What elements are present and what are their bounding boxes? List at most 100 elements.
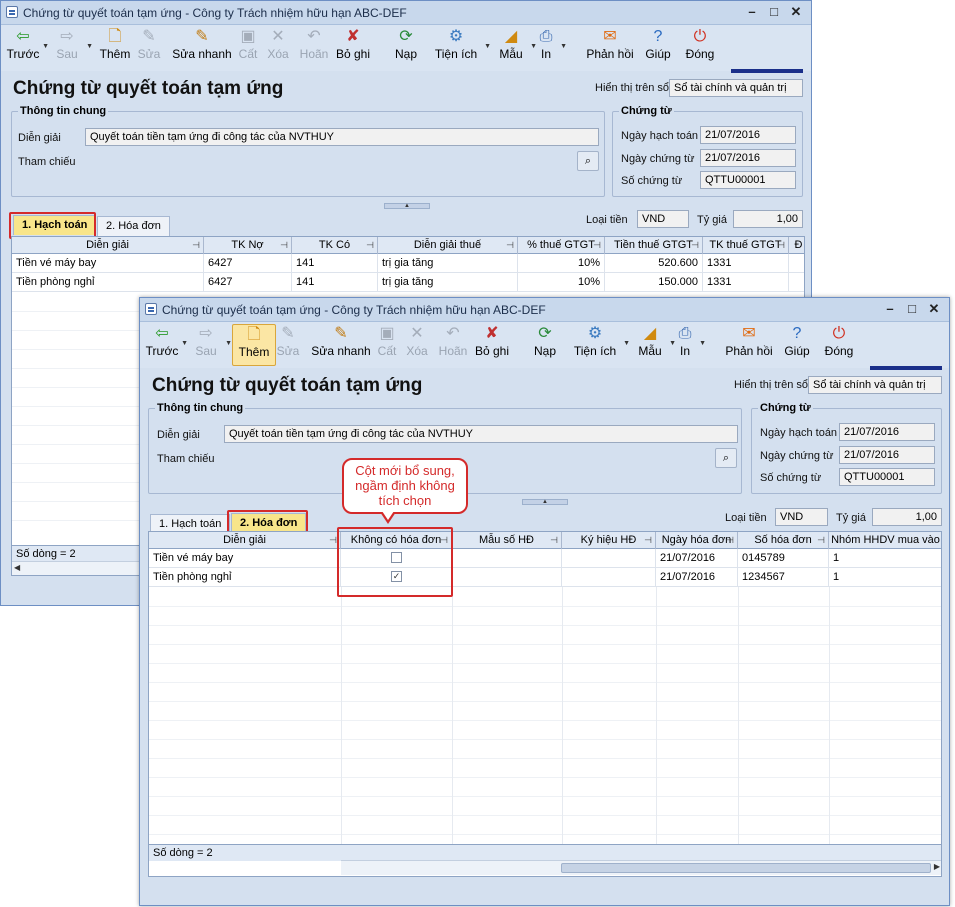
dong-button[interactable]: ⏻ Đóng — [817, 324, 861, 366]
reference-search-button[interactable]: ⌕ — [577, 151, 599, 171]
horizontal-scrollbar[interactable]: ▶ — [341, 860, 941, 875]
sau-button[interactable]: ⇨ Sau ▼ — [186, 324, 232, 366]
table-cell[interactable]: 6427 — [204, 273, 292, 292]
minimize-button[interactable]: – — [881, 301, 899, 317]
scroll-right-arrow[interactable]: ▶ — [934, 862, 940, 871]
sua-button[interactable]: ✎ Sửa — [270, 324, 306, 366]
table-cell[interactable]: 1331 — [703, 254, 789, 273]
phan-hoi-button[interactable]: ✉ Phản hồi — [724, 324, 774, 366]
column-header[interactable]: Diễn giải thuế ⊣ — [378, 237, 518, 254]
close-window-button[interactable]: ✕ — [925, 301, 943, 317]
column-header[interactable]: TK thuế GTGT ⊣ — [703, 237, 789, 254]
pin-icon[interactable]: ⊣ — [192, 237, 200, 253]
dropdown-arrow-icon[interactable]: ▼ — [86, 43, 93, 50]
scrollbar-thumb[interactable] — [561, 863, 931, 873]
pin-icon[interactable]: ⊣ — [817, 532, 825, 548]
column-header[interactable]: Tiền thuế GTGT ⊣ — [605, 237, 703, 254]
description-input[interactable]: Quyết toán tiền tạm ứng đi công tác của … — [85, 128, 599, 146]
accounting-date-input[interactable]: 21/07/2016 — [700, 126, 796, 144]
in-button[interactable]: ⎙ In ▼ — [670, 324, 706, 366]
pin-icon[interactable]: ⊣ — [280, 237, 288, 253]
dropdown-arrow-icon[interactable]: ▼ — [560, 43, 567, 50]
pin-icon[interactable]: ⊣ — [550, 532, 558, 548]
pin-icon[interactable]: ⊣ — [726, 532, 734, 548]
close-window-button[interactable]: ✕ — [787, 4, 805, 20]
table-cell[interactable]: 1234567 — [738, 568, 829, 587]
table-cell[interactable]: trị gia tăng — [378, 273, 518, 292]
rate-input[interactable]: 1,00 — [733, 210, 803, 228]
in-button[interactable]: ⎙ In ▼ — [531, 27, 567, 69]
hoan-button[interactable]: ↶ Hoãn — [295, 27, 333, 69]
column-header[interactable]: Nhóm HHDV mua vào — [829, 532, 941, 549]
hoan-button[interactable]: ↶ Hoãn — [434, 324, 472, 366]
pin-icon[interactable]: ⊣ — [691, 237, 699, 253]
nap-button[interactable]: ⟳ Nạp — [527, 324, 563, 366]
phan-hoi-button[interactable]: ✉ Phản hồi — [585, 27, 635, 69]
collapse-splitter[interactable]: ▲ — [384, 203, 430, 209]
voucher-date-input[interactable]: 21/07/2016 — [839, 446, 935, 464]
pin-icon[interactable]: ⊣ — [366, 237, 374, 253]
description-input[interactable]: Quyết toán tiền tạm ứng đi công tác của … — [224, 425, 738, 443]
sua-nhanh-button[interactable]: ✎ Sửa nhanh — [171, 27, 233, 69]
table-cell[interactable]: 150.000 — [605, 273, 703, 292]
table-cell[interactable]: 1 — [829, 549, 941, 568]
table-cell[interactable] — [562, 549, 656, 568]
column-header[interactable]: % thuế GTGT ⊣ — [518, 237, 605, 254]
xoa-button[interactable]: ✕ Xóa — [263, 27, 293, 69]
horizontal-scrollbar[interactable]: ◀ — [12, 561, 142, 575]
table-cell[interactable]: 21/07/2016 — [656, 549, 738, 568]
bo-ghi-button[interactable]: ✘ Bỏ ghi — [470, 324, 514, 366]
collapse-splitter[interactable]: ▲ — [522, 499, 568, 505]
table-cell[interactable]: 1331 — [703, 273, 789, 292]
table-cell[interactable]: Tiền vé máy bay — [12, 254, 204, 273]
display-on-book-select[interactable]: Sổ tài chính và quản trị — [808, 376, 942, 394]
dropdown-arrow-icon[interactable]: ▼ — [225, 340, 232, 347]
xoa-button[interactable]: ✕ Xóa — [402, 324, 432, 366]
cat-button[interactable]: ▣ Cất — [233, 27, 263, 69]
maximize-button[interactable]: □ — [903, 301, 921, 317]
tab-invoice[interactable]: 2. Hóa đơn — [97, 216, 170, 236]
dong-button[interactable]: ⏻ Đóng — [678, 27, 722, 69]
pin-icon[interactable]: ⊣ — [593, 237, 601, 253]
rate-input[interactable]: 1,00 — [872, 508, 942, 526]
currency-select[interactable]: VND — [637, 210, 689, 228]
table-cell[interactable]: 141 — [292, 273, 378, 292]
table-cell[interactable]: Tiền phòng nghỉ — [149, 568, 341, 587]
table-cell[interactable]: Tiền vé máy bay — [149, 549, 341, 568]
table-cell[interactable]: 1 — [829, 568, 941, 587]
mau-button[interactable]: ◢ Mẫu ▼ — [491, 27, 537, 69]
table-cell[interactable]: 6427 — [204, 254, 292, 273]
dropdown-arrow-icon[interactable]: ▼ — [484, 43, 491, 50]
dropdown-arrow-icon[interactable]: ▼ — [699, 340, 706, 347]
column-header[interactable]: Số hóa đơn ⊣ — [738, 532, 829, 549]
column-header[interactable]: Đ — [789, 237, 804, 254]
pin-icon[interactable]: ⊣ — [777, 237, 785, 253]
sau-button[interactable]: ⇨ Sau ▼ — [47, 27, 93, 69]
voucher-date-input[interactable]: 21/07/2016 — [700, 149, 796, 167]
dropdown-arrow-icon[interactable]: ▼ — [623, 340, 630, 347]
table-cell[interactable]: 10% — [518, 273, 605, 292]
giup-button[interactable]: ? Giúp — [640, 27, 676, 69]
pin-icon[interactable]: ⊣ — [506, 237, 514, 253]
table-cell[interactable] — [562, 568, 656, 587]
table-cell[interactable] — [789, 273, 804, 292]
column-header[interactable]: Ký hiệu HĐ ⊣ — [562, 532, 656, 549]
truoc-button[interactable]: ⇦ Trước ▼ — [142, 324, 188, 366]
reference-search-button[interactable]: ⌕ — [715, 448, 737, 468]
table-cell[interactable]: 21/07/2016 — [656, 568, 738, 587]
table-cell[interactable]: trị gia tăng — [378, 254, 518, 273]
accounting-date-input[interactable]: 21/07/2016 — [839, 423, 935, 441]
table-cell[interactable] — [789, 254, 804, 273]
mau-button[interactable]: ◢ Mẫu ▼ — [630, 324, 676, 366]
column-header[interactable]: Diễn giải ⊣ — [12, 237, 204, 254]
display-on-book-select[interactable]: Sổ tài chính và quản trị — [669, 79, 803, 97]
nap-button[interactable]: ⟳ Nạp — [388, 27, 424, 69]
giup-button[interactable]: ? Giúp — [779, 324, 815, 366]
voucher-no-input[interactable]: QTTU00001 — [839, 468, 935, 486]
pin-icon[interactable]: ⊣ — [329, 532, 337, 548]
column-header[interactable]: Diễn giải ⊣ — [149, 532, 341, 549]
column-header[interactable]: TK Nợ ⊣ — [204, 237, 292, 254]
table-cell[interactable]: 520.600 — [605, 254, 703, 273]
column-header[interactable]: Mẫu số HĐ ⊣ — [452, 532, 562, 549]
column-header[interactable]: TK Có ⊣ — [292, 237, 378, 254]
